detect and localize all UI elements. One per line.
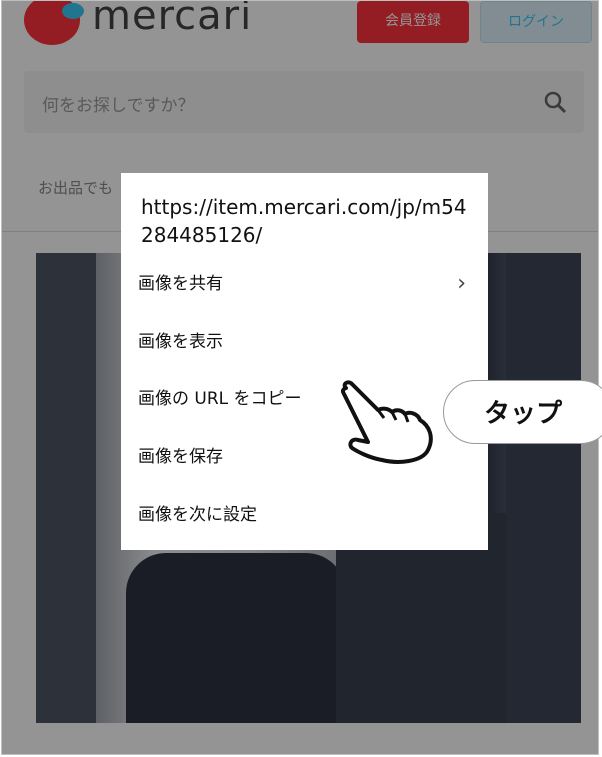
tap-callout: タップ bbox=[443, 380, 602, 444]
menu-item-label: 画像を次に設定 bbox=[138, 505, 257, 525]
menu-item-set-image-as[interactable]: 画像を次に設定 bbox=[138, 495, 478, 535]
menu-item-label: 画像を保存 bbox=[138, 447, 223, 467]
menu-item-label: 画像の URL をコピー bbox=[138, 389, 302, 409]
menu-item-share-image[interactable]: 画像を共有 › bbox=[138, 264, 478, 304]
image-context-menu: https://item.mercari.com/jp/m54284485126… bbox=[121, 173, 488, 550]
menu-item-label: 画像を表示 bbox=[138, 332, 223, 352]
callout-label: タップ bbox=[484, 399, 563, 429]
menu-url: https://item.mercari.com/jp/m54284485126… bbox=[141, 195, 467, 247]
menu-item-view-image[interactable]: 画像を表示 bbox=[138, 322, 478, 362]
pointing-hand-icon bbox=[340, 380, 433, 464]
chevron-right-icon: › bbox=[457, 271, 466, 296]
menu-item-label: 画像を共有 bbox=[138, 274, 223, 294]
